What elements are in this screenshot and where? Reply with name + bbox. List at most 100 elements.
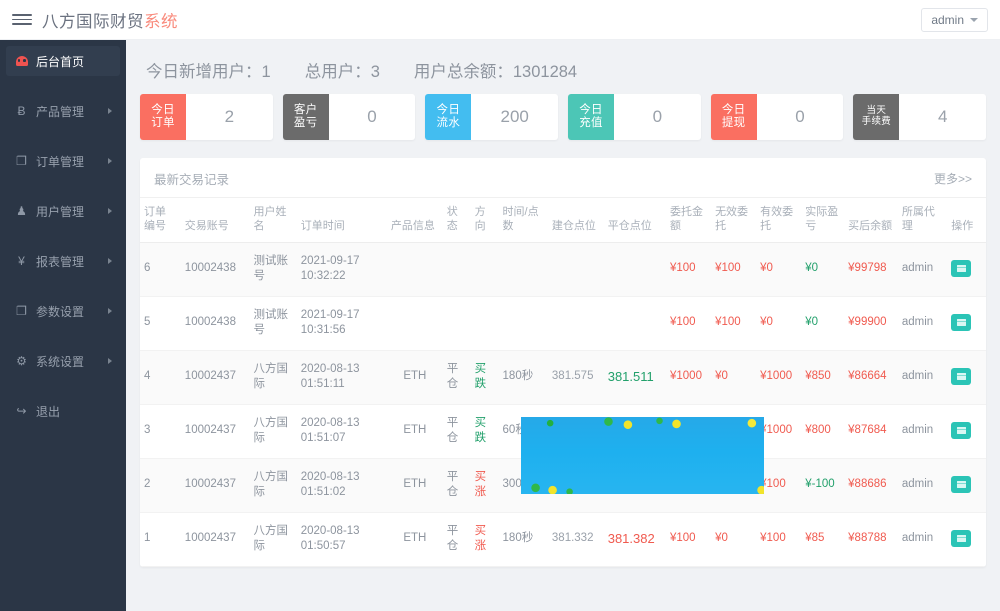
stat-card-value: 0 (795, 107, 805, 126)
top-bar-right: admin (921, 7, 988, 32)
kpi-0: 今日新增用户：1 (146, 58, 271, 82)
cell-close-price (603, 296, 666, 351)
table-row[interactable]: 6 10002438 测试账号 2021-09-17 10:32:22 ¥100 ¥100 ¥… (140, 242, 986, 297)
cell-account: 10002438 (180, 296, 250, 351)
table-row[interactable]: 1 10002437 八方国际 2020-08-13 01:50:57 ETH 平仓 买涨 18… (140, 512, 986, 567)
cell-order-time: 2020-08-13 01:50:57 (296, 512, 387, 567)
column-header-3: 订单时间 (296, 198, 387, 243)
cell-invalid-entrust: ¥100 (711, 242, 757, 297)
cell-user-name: 八方国际 (249, 512, 297, 567)
sidebar-item-2[interactable]: ❐ 订单管理 (6, 146, 120, 176)
stat-card-tag: 今日 充值 (568, 94, 615, 140)
page-title: 八方国际财贸系统 (42, 8, 178, 32)
user-icon: ♟ (16, 204, 27, 218)
files-icon: ❐ (16, 304, 27, 318)
sidebar-item-5[interactable]: ❐ 参数设置 (6, 296, 120, 326)
detail-icon[interactable] (951, 259, 972, 277)
cell-order-time: 2021-09-17 10:31:56 (296, 296, 387, 351)
cell-invalid-entrust: ¥0 (711, 350, 757, 405)
stat-card-tag: 当天 手续费 (853, 94, 900, 140)
sidebar-item-label: 报表管理 (36, 254, 85, 269)
column-header-12: 有效委托 (756, 198, 802, 243)
app-root: 八方国际财贸系统 admin 后台首页 Ƀ 产品管理 ❐ 订单管理 ♟ 用户管理 ¥ 报表管理 ❐… (0, 0, 1000, 611)
sidebar-item-6[interactable]: ⚙ 系统设置 (6, 346, 120, 376)
cell-open-price: 381.332 (547, 512, 604, 567)
more-link[interactable]: 更多>> (934, 170, 972, 187)
stat-card-1[interactable]: 客户 盈亏 0 (282, 94, 416, 140)
cell-balance-after: ¥99798 (844, 242, 898, 297)
panel-title: 最新交易记录 (154, 173, 230, 187)
table-row[interactable]: 3 10002437 八方国际 2020-08-13 01:51:07 ETH 平仓 买跌 60… (140, 404, 986, 459)
cell-account: 10002437 (180, 404, 250, 459)
cell-close-price: 381.511 (603, 350, 666, 405)
order-time-part: 2020-08-13 (300, 524, 360, 537)
table-row[interactable]: 4 10002437 八方国际 2020-08-13 01:51:11 ETH 平仓 买跌 18… (140, 350, 986, 405)
body-wrapper: 后台首页 Ƀ 产品管理 ❐ 订单管理 ♟ 用户管理 ¥ 报表管理 ❐ 参数设置 ⚙ 系统设置 ↪ 退出 今日… (0, 40, 1000, 611)
cell-duration: 300秒 (498, 458, 548, 513)
cell-state: 平仓 (442, 512, 471, 567)
cell-actual-pnl: ¥800 (801, 404, 845, 459)
stat-card-value: 200 (500, 107, 529, 126)
cell-direction (470, 296, 499, 351)
order-time-part: 2020-08-13 (300, 470, 360, 483)
table-row[interactable]: 2 10002437 八方国际 2020-08-13 01:51:02 ETH 平仓 买涨 30… (140, 458, 986, 513)
cell-duration: 180秒 (498, 512, 548, 567)
stat-card-2[interactable]: 今日 流水 200 (425, 94, 559, 140)
top-bar: 八方国际财贸系统 admin (0, 0, 1000, 40)
cell-actions (947, 242, 986, 297)
user-menu-button[interactable]: admin (921, 7, 988, 32)
order-time-part: 10:32:22 (300, 270, 346, 283)
cell-balance-after: ¥88686 (844, 458, 898, 513)
order-time-part: 01:51:02 (300, 486, 346, 499)
table-row[interactable]: 5 10002438 测试账号 2021-09-17 10:31:56 ¥100 ¥100 ¥… (140, 296, 986, 351)
kpi-value: 1301284 (512, 63, 578, 81)
cell-invalid-entrust: ¥0 (711, 404, 757, 459)
sidebar-item-3[interactable]: ♟ 用户管理 (6, 196, 120, 226)
sidebar-item-label: 用户管理 (36, 204, 85, 219)
order-time-part: 2020-08-13 (300, 416, 360, 429)
stat-card-tag: 客户 盈亏 (282, 94, 329, 140)
detail-icon[interactable] (951, 475, 972, 493)
logout-icon: ↪ (16, 404, 27, 418)
cell-entrust-amount: ¥1000 (665, 404, 712, 459)
hamburger-icon[interactable] (12, 10, 32, 30)
cell-product: ETH (386, 404, 443, 459)
cell-account: 10002437 (180, 350, 250, 405)
cell-state (442, 296, 471, 351)
column-header-1: 交易账号 (180, 198, 250, 243)
stat-card-5[interactable]: 当天 手续费 4 (853, 94, 987, 140)
column-header-15: 所属代理 (897, 198, 948, 243)
sidebar-item-7[interactable]: ↪ 退出 (6, 396, 120, 426)
cell-valid-entrust: ¥0 (756, 296, 802, 351)
sidebar-item-label: 系统设置 (36, 354, 85, 369)
sidebar-item-label: 订单管理 (36, 154, 85, 169)
cell-agent: admin (897, 242, 948, 297)
detail-icon[interactable] (951, 421, 972, 439)
cell-order-id: 4 (140, 350, 181, 405)
cell-duration (498, 296, 548, 351)
sidebar-item-4[interactable]: ¥ 报表管理 (6, 246, 120, 276)
cell-invalid-entrust: ¥0 (711, 458, 757, 513)
cell-duration (498, 242, 548, 297)
order-time-part: 2021-09-17 (300, 254, 360, 267)
cell-state: 平仓 (442, 404, 471, 459)
sidebar-item-0[interactable]: 后台首页 (6, 46, 120, 76)
chevron-right-icon (108, 258, 112, 264)
chevron-right-icon (108, 158, 112, 164)
stat-tag-line2: 流水 (436, 117, 461, 129)
cell-user-name: 八方国际 (249, 404, 297, 459)
cell-agent: admin (897, 296, 948, 351)
stat-card-4[interactable]: 今日 提现 0 (710, 94, 844, 140)
cell-direction: 买涨 (470, 458, 499, 513)
detail-icon[interactable] (951, 529, 972, 547)
cell-balance-after: ¥99900 (844, 296, 898, 351)
detail-icon[interactable] (951, 313, 972, 331)
sidebar-item-1[interactable]: Ƀ 产品管理 (6, 96, 120, 126)
stat-card-3[interactable]: 今日 充值 0 (568, 94, 701, 140)
cell-agent: admin (897, 404, 948, 459)
stat-card-0[interactable]: 今日 订单 2 (140, 94, 273, 140)
files-icon: ❐ (16, 154, 27, 168)
column-header-2: 用户姓名 (249, 198, 297, 243)
cell-balance-after: ¥86664 (844, 350, 898, 405)
detail-icon[interactable] (951, 367, 972, 385)
